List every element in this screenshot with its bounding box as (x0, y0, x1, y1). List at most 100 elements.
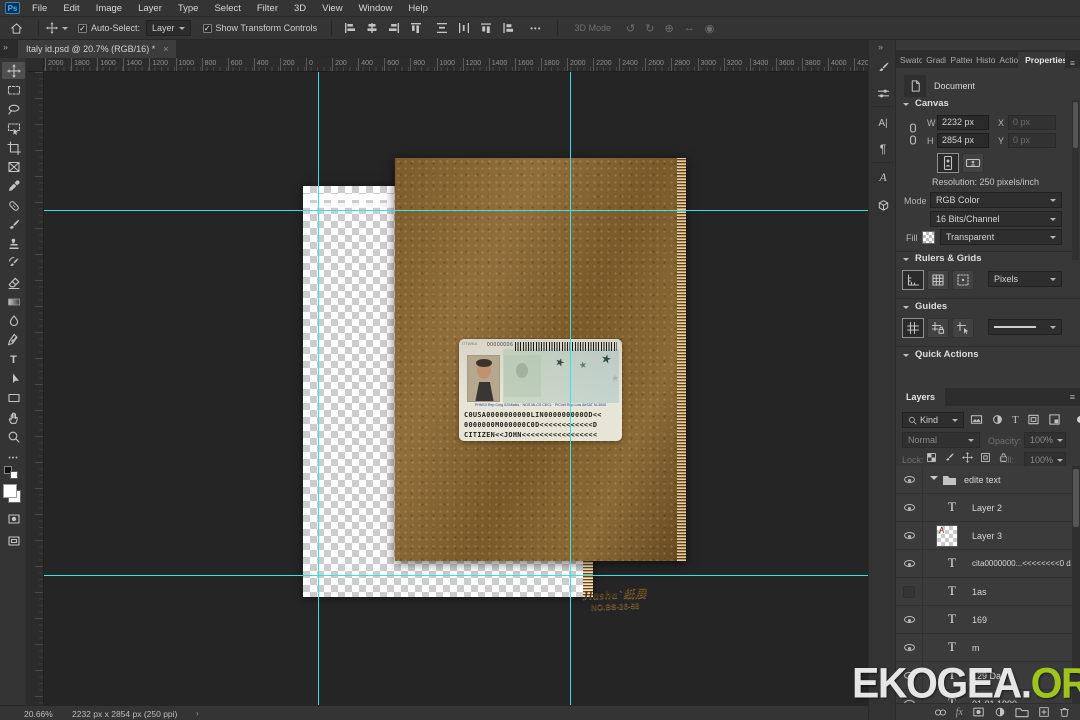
canvas-pasteboard[interactable]: Jlasha`纸展 NO.BS-26-58 ITTARIA 00000006 ★… (44, 72, 868, 705)
menu-help[interactable]: Help (400, 3, 436, 14)
menu-filter[interactable]: Filter (249, 3, 286, 14)
menu-edit[interactable]: Edit (55, 3, 87, 14)
paragraph-panel-icon[interactable]: ¶ (874, 140, 892, 158)
eraser-tool[interactable] (2, 274, 25, 291)
link-dimensions-icon[interactable] (906, 120, 920, 150)
visibility-eye-icon[interactable] (904, 560, 915, 567)
link-layers-icon[interactable] (934, 707, 947, 718)
more-options-icon[interactable]: ••• (530, 24, 541, 33)
frame-tool[interactable] (2, 158, 25, 175)
tab-gradients[interactable]: Gradi (922, 52, 946, 68)
menu-image[interactable]: Image (88, 3, 130, 14)
hand-tool[interactable] (2, 409, 25, 426)
lock-transparency-icon[interactable] (926, 452, 937, 463)
brush-settings-panel-icon[interactable] (874, 84, 892, 102)
menu-3d[interactable]: 3D (286, 3, 314, 14)
lock-pixels-icon[interactable] (944, 452, 955, 463)
layers-panel-menu-icon[interactable]: ≡ (1070, 392, 1075, 402)
horizontal-ruler[interactable]: 2000180016001400120010008006004002000200… (44, 58, 868, 72)
tab-actions[interactable]: Actio (995, 52, 1018, 68)
foreground-color-swatch[interactable] (3, 484, 17, 498)
tab-history[interactable]: Histo (972, 52, 995, 68)
lock-guides-button[interactable] (927, 318, 949, 338)
home-icon[interactable] (10, 22, 23, 35)
blur-tool[interactable] (2, 312, 25, 329)
expand-panels-icon[interactable]: » (878, 42, 883, 52)
type-tool[interactable]: T (2, 351, 25, 368)
visibility-eye-icon[interactable] (904, 616, 915, 623)
shape-tool[interactable] (2, 389, 25, 406)
gradient-tool[interactable] (2, 293, 25, 310)
quick-mask-button[interactable] (2, 510, 25, 527)
libraries-panel-icon[interactable] (874, 196, 892, 214)
close-tab-icon[interactable]: × (163, 44, 168, 54)
filter-pixel-layers-icon[interactable] (970, 413, 983, 426)
orientation-landscape-button[interactable] (962, 153, 984, 173)
distribute-horizontal-button[interactable] (458, 22, 470, 34)
auto-select-target-dropdown[interactable]: Layer (146, 20, 191, 36)
move-tool[interactable] (2, 62, 25, 79)
visibility-eye-icon[interactable] (904, 532, 915, 539)
toggle-rulers-button[interactable] (902, 270, 924, 290)
horizontal-guide[interactable] (44, 575, 868, 576)
path-selection-tool[interactable] (2, 370, 25, 387)
rulers-grids-section-header[interactable]: Rulers & Grids (903, 253, 982, 264)
edit-guides-button[interactable] (952, 318, 974, 338)
history-brush-tool[interactable] (2, 254, 25, 271)
layer-row-text[interactable]: T m (896, 634, 1072, 662)
tab-properties[interactable]: Properties (1018, 52, 1065, 68)
toggle-snap-button[interactable] (952, 270, 974, 290)
marquee-tool[interactable] (2, 81, 25, 98)
zoom-tool[interactable] (2, 428, 25, 445)
menu-select[interactable]: Select (206, 3, 248, 14)
move-tool-options-icon[interactable] (46, 22, 68, 34)
clone-stamp-tool[interactable] (2, 235, 25, 252)
color-mode-dropdown[interactable]: RGB Color (930, 192, 1062, 208)
menu-type[interactable]: Type (170, 3, 207, 14)
brush-tool[interactable] (2, 216, 25, 233)
lock-position-icon[interactable] (962, 452, 973, 463)
document-tab[interactable]: Italy id.psd @ 20.7% (RGB/16) * × (18, 40, 176, 58)
switch-colors-icon[interactable] (10, 471, 18, 479)
menu-view[interactable]: View (314, 3, 350, 14)
glyphs-panel-icon[interactable]: A (874, 168, 892, 186)
align-left-edges-button[interactable] (344, 22, 356, 34)
quick-actions-section-header[interactable]: Quick Actions (903, 349, 979, 360)
toggle-grid-button[interactable] (927, 270, 949, 290)
filter-type-layers-icon[interactable]: T (1012, 414, 1019, 426)
screen-mode-button[interactable] (2, 532, 25, 549)
layer-row-pixel[interactable]: A Layer 3 (896, 522, 1072, 550)
vertical-guide[interactable] (318, 72, 319, 705)
crop-tool[interactable] (2, 139, 25, 156)
menu-window[interactable]: Window (351, 3, 401, 14)
auto-select-checkbox[interactable]: ✓Auto-Select: (78, 23, 140, 33)
height-field[interactable]: 2854 px (937, 133, 989, 148)
properties-scrollbar[interactable] (1072, 100, 1079, 260)
character-panel-icon[interactable]: A| (874, 114, 892, 132)
group-expand-chevron-icon[interactable] (930, 476, 938, 484)
horizontal-guide[interactable] (44, 210, 868, 211)
bit-depth-dropdown[interactable]: 16 Bits/Channel (930, 211, 1062, 227)
lasso-tool[interactable] (2, 100, 25, 117)
visibility-eye-icon[interactable] (904, 476, 915, 483)
distribute-tops-button[interactable] (480, 22, 492, 34)
pen-tool[interactable] (2, 331, 25, 348)
align-top-edges-button[interactable] (410, 22, 422, 34)
vertical-ruler[interactable] (27, 72, 44, 705)
filter-adjustment-layers-icon[interactable] (991, 413, 1004, 426)
vertical-guide[interactable] (570, 72, 571, 705)
menu-file[interactable]: File (24, 3, 55, 14)
layer-row-text[interactable]: T cita0000000...<<<<<<<<0 d (896, 550, 1072, 578)
filter-shape-layers-icon[interactable] (1027, 413, 1040, 426)
layer-row-text[interactable]: T Layer 2 (896, 494, 1072, 522)
align-horizontal-centers-button[interactable] (366, 22, 378, 34)
guide-style-dropdown[interactable] (988, 319, 1062, 335)
orientation-portrait-button[interactable] (937, 153, 959, 173)
panel-menu-icon[interactable]: ≡ (1065, 58, 1080, 68)
object-selection-tool[interactable] (2, 120, 25, 137)
canvas-fill-dropdown[interactable]: Transparent (940, 229, 1062, 245)
brushes-panel-icon[interactable] (874, 58, 892, 76)
layer-filter-kind-dropdown[interactable]: Kind (902, 412, 964, 428)
lock-artboard-icon[interactable] (980, 452, 991, 463)
tab-layers[interactable]: Layers (896, 388, 945, 406)
